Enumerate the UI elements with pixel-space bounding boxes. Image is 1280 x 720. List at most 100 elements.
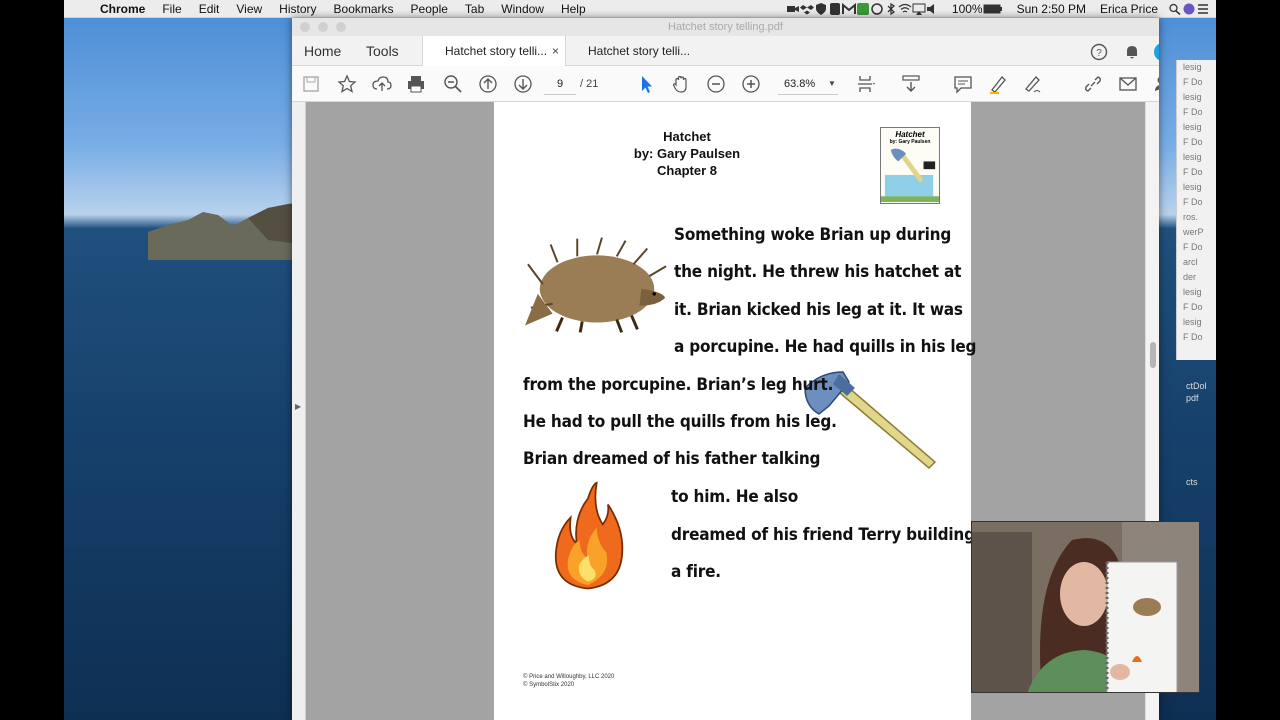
document-tab-label: Hatchet story telli... bbox=[445, 44, 548, 58]
tab-tools[interactable]: Tools bbox=[366, 36, 399, 66]
background-row: lesig bbox=[1183, 182, 1202, 192]
desktop-file-label[interactable]: pdf bbox=[1186, 392, 1207, 404]
bookmark-star-icon[interactable] bbox=[336, 73, 358, 95]
menu-app-name[interactable]: Chrome bbox=[100, 2, 145, 16]
minimize-window-button[interactable] bbox=[318, 22, 328, 32]
background-row: werP bbox=[1183, 227, 1204, 237]
email-icon[interactable] bbox=[1117, 73, 1139, 95]
scroll-mode-icon[interactable] bbox=[900, 73, 922, 95]
close-window-button[interactable] bbox=[300, 22, 310, 32]
gmail-icon[interactable] bbox=[841, 3, 856, 15]
camera-status-icon[interactable] bbox=[786, 3, 800, 15]
page-total: / 21 bbox=[580, 78, 599, 90]
zoom-window-button[interactable] bbox=[336, 22, 346, 32]
airplay-icon[interactable] bbox=[912, 3, 926, 15]
menu-edit[interactable]: Edit bbox=[199, 2, 220, 16]
close-tab-icon[interactable]: × bbox=[552, 36, 559, 66]
hand-tool-icon[interactable] bbox=[670, 73, 692, 95]
share-link-icon[interactable] bbox=[1082, 73, 1104, 95]
background-row: F Do bbox=[1183, 167, 1203, 177]
story-line: He had to pull the quills from his leg. bbox=[523, 412, 837, 432]
highlight-pen-icon[interactable] bbox=[987, 73, 1009, 95]
background-row: lesig bbox=[1183, 317, 1202, 327]
page-fit-icon[interactable] bbox=[855, 73, 877, 95]
time-machine-icon[interactable] bbox=[870, 3, 884, 15]
page-number-input[interactable]: 9 bbox=[544, 73, 576, 95]
zoom-dropdown-caret-icon[interactable]: ▼ bbox=[828, 73, 836, 95]
comment-icon[interactable] bbox=[952, 73, 974, 95]
desktop-file-label[interactable]: cts bbox=[1186, 476, 1207, 488]
spotlight-search-icon[interactable] bbox=[1168, 3, 1182, 15]
story-line: the night. He threw his hatchet at bbox=[674, 262, 962, 282]
notifications-bell-icon[interactable] bbox=[1123, 43, 1141, 61]
webcam-overlay bbox=[971, 521, 1200, 693]
cover-title: Hatchet bbox=[895, 130, 925, 139]
battery-percent[interactable]: 100% bbox=[952, 2, 983, 16]
print-icon[interactable] bbox=[405, 73, 427, 95]
screen: Chrome File Edit View History Bookmarks … bbox=[64, 0, 1216, 720]
scrollbar-thumb[interactable] bbox=[1150, 342, 1156, 368]
book-title: Hatchet bbox=[663, 129, 711, 144]
menu-people[interactable]: People bbox=[411, 2, 448, 16]
siri-icon[interactable] bbox=[1182, 3, 1196, 15]
page-heading: Hatchet by: Gary Paulsen Chapter 8 bbox=[494, 128, 880, 179]
story-line: a fire. bbox=[671, 562, 721, 582]
notification-center-icon[interactable] bbox=[1196, 3, 1210, 15]
menu-tab[interactable]: Tab bbox=[465, 2, 484, 16]
background-row: F Do bbox=[1183, 302, 1203, 312]
c-app-icon[interactable] bbox=[856, 3, 870, 15]
help-icon[interactable]: ? bbox=[1090, 43, 1108, 61]
zoom-out-search-icon[interactable] bbox=[442, 73, 464, 95]
svg-text:?: ? bbox=[1096, 48, 1102, 59]
story-line: from the porcupine. Brian’s leg hurt. bbox=[523, 375, 834, 395]
background-row: F Do bbox=[1183, 332, 1203, 342]
copyright-notice: © Price and Willoughby, LLC 2020 © Symbo… bbox=[523, 673, 614, 689]
battery-icon[interactable] bbox=[983, 3, 1003, 15]
menubar-clock[interactable]: Sun 2:50 PM bbox=[1017, 2, 1086, 16]
next-page-icon[interactable] bbox=[512, 73, 534, 95]
add-person-icon[interactable] bbox=[1152, 73, 1159, 95]
porcupine-illustration bbox=[524, 237, 667, 333]
account-avatar-icon[interactable] bbox=[1154, 43, 1159, 61]
zoom-in-icon[interactable] bbox=[740, 73, 762, 95]
dropbox-icon[interactable] bbox=[799, 3, 814, 15]
pdf-page: Hatchet by: Gary Paulsen Chapter 8 Hatch… bbox=[494, 102, 977, 720]
background-row: F Do bbox=[1183, 242, 1203, 252]
background-window: lesig F Do lesig F Do lesig F Do lesig F… bbox=[1176, 60, 1216, 360]
wifi-icon[interactable] bbox=[898, 3, 912, 15]
background-row: F Do bbox=[1183, 197, 1203, 207]
sign-icon[interactable] bbox=[1022, 73, 1044, 95]
s-app-icon[interactable] bbox=[828, 3, 842, 15]
copyright-line: © Price and Willoughby, LLC 2020 bbox=[523, 674, 615, 680]
shield-status-icon[interactable] bbox=[814, 3, 828, 15]
save-icon[interactable] bbox=[300, 73, 322, 95]
tab-home[interactable]: Home bbox=[304, 36, 341, 66]
left-panel-toggle[interactable]: ▶ bbox=[292, 102, 306, 720]
desktop-file-label[interactable]: ctDol bbox=[1186, 380, 1207, 392]
menu-bookmarks[interactable]: Bookmarks bbox=[334, 2, 394, 16]
cover-thumbnail: Hatchet by: Gary Paulsen bbox=[880, 127, 940, 204]
menu-window[interactable]: Window bbox=[501, 2, 544, 16]
document-tab[interactable]: Hatchet story telli... bbox=[566, 36, 706, 67]
previous-page-icon[interactable] bbox=[477, 73, 499, 95]
upload-cloud-icon[interactable] bbox=[371, 73, 393, 95]
background-row: ros. bbox=[1183, 212, 1199, 222]
select-cursor-icon[interactable] bbox=[635, 73, 657, 95]
document-tab-label: Hatchet story telli... bbox=[588, 44, 691, 58]
menu-file[interactable]: File bbox=[162, 2, 181, 16]
menu-help[interactable]: Help bbox=[561, 2, 586, 16]
tab-bar: Home Tools Hatchet story telli... × Hatc… bbox=[292, 36, 1159, 67]
document-toolbar: 9 / 21 63.8% ▼ bbox=[292, 66, 1159, 102]
menubar-user[interactable]: Erica Price bbox=[1100, 2, 1158, 16]
expand-arrow-icon[interactable]: ▶ bbox=[295, 402, 301, 411]
document-tab-active[interactable]: Hatchet story telli... × bbox=[422, 36, 566, 67]
window-title: Hatchet story telling.pdf bbox=[668, 21, 783, 33]
window-titlebar[interactable]: Hatchet story telling.pdf bbox=[292, 18, 1159, 36]
bluetooth-icon[interactable] bbox=[884, 3, 898, 15]
menu-history[interactable]: History bbox=[279, 2, 316, 16]
desktop-file-labels: ctDol pdf cts bbox=[1186, 380, 1207, 488]
zoom-out-icon[interactable] bbox=[705, 73, 727, 95]
volume-icon[interactable] bbox=[926, 3, 940, 15]
menu-view[interactable]: View bbox=[236, 2, 262, 16]
cover-illustration bbox=[881, 148, 939, 203]
